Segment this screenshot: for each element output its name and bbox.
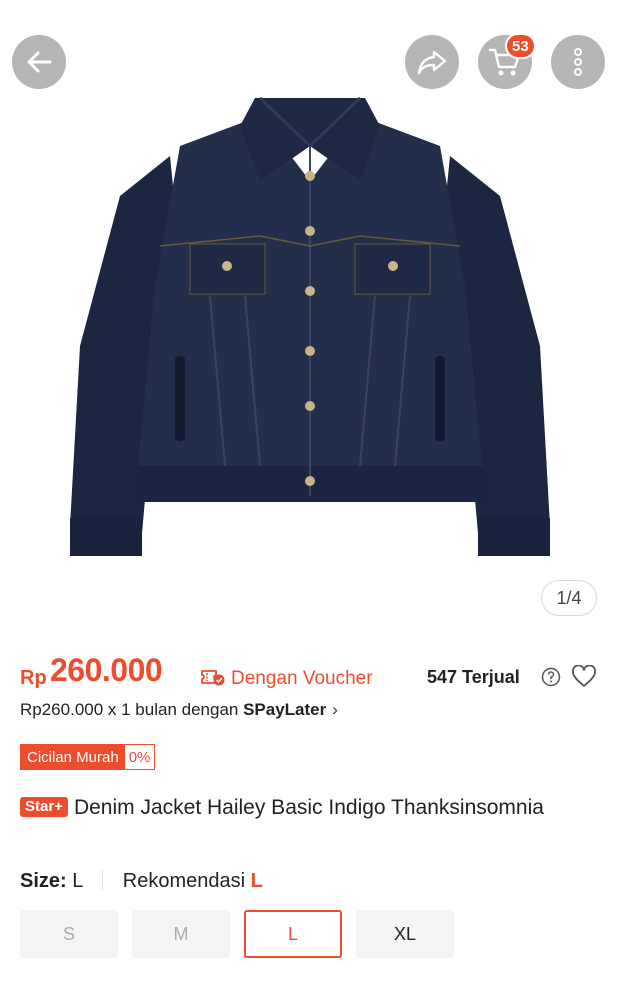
installment-label: Cicilan Murah (21, 745, 125, 769)
size-options: S M L XL (20, 910, 600, 958)
back-button[interactable] (12, 35, 66, 89)
divider (102, 870, 104, 890)
size-option-xl[interactable]: XL (356, 910, 454, 958)
product-image-denim-jacket (70, 96, 550, 556)
sold-count: 547 Terjual (427, 667, 520, 687)
more-options-button[interactable] (551, 35, 605, 89)
cart-count-badge: 53 (505, 33, 536, 59)
size-option-m[interactable]: M (132, 910, 230, 958)
installment-tag: Cicilan Murah 0% (20, 744, 156, 770)
star-plus-badge: Star+ (20, 797, 68, 817)
price-row: Rp 260.000 Dengan Voucher 547 Terjual (20, 652, 600, 696)
question-circle-icon[interactable] (541, 667, 561, 687)
installment-rate: 0% (124, 745, 155, 769)
size-label: Size: (20, 870, 67, 892)
chevron-right-icon: › (332, 700, 338, 719)
voucher-label[interactable]: Dengan Voucher (231, 668, 373, 690)
product-price: 260.000 (50, 652, 163, 688)
voucher-icon (201, 670, 225, 686)
image-pager-indicator: 1/4 (541, 580, 597, 616)
recommend-value: L (250, 870, 263, 892)
share-icon (417, 50, 447, 75)
size-current: L (72, 870, 83, 892)
share-button[interactable] (405, 35, 459, 89)
product-title-block: Star+ Denim Jacket Hailey Basic Indigo Th… (20, 793, 600, 822)
product-image-gallery[interactable]: 53 1/4 (0, 0, 617, 635)
size-option-s[interactable]: S (20, 910, 118, 958)
arrow-left-icon (27, 51, 52, 73)
heart-outline-icon[interactable] (571, 665, 597, 689)
paylater-brand: SPayLater (243, 700, 327, 719)
size-summary: Size: L Rekomendasi L (20, 870, 263, 893)
recommend-label: Rekomendasi (122, 870, 246, 892)
paylater-prefix: Rp260.000 x 1 bulan dengan (20, 700, 244, 719)
price-currency: Rp (20, 667, 47, 689)
size-option-l[interactable]: L (244, 910, 342, 958)
product-title: Denim Jacket Hailey Basic Indigo Thanksi… (73, 796, 544, 819)
paylater-info[interactable]: Rp260.000 x 1 bulan dengan SPayLater › (20, 700, 338, 720)
vertical-ellipsis-icon (574, 48, 582, 76)
